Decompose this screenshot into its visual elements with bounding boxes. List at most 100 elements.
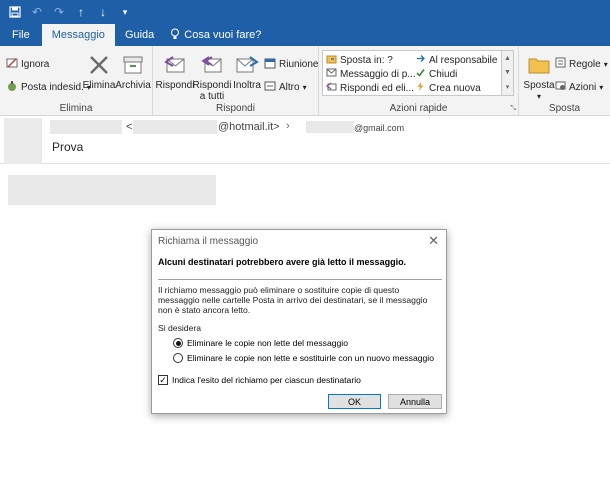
scroll-down-icon[interactable]: ▼	[504, 69, 511, 76]
checkmark-icon	[415, 67, 426, 81]
save-icon[interactable]	[4, 0, 26, 24]
rules-button[interactable]: Regole ▾	[555, 57, 608, 71]
arrow-down-icon[interactable]: ↓	[92, 0, 114, 24]
sender-open-bracket: <	[126, 121, 133, 133]
more-icon	[264, 80, 276, 95]
reply-all-icon	[199, 52, 225, 78]
junk-button[interactable]: Posta indesid. ▾	[6, 80, 91, 95]
option-delete-radio-row[interactable]: Eliminare le copie non lette del messagg…	[173, 338, 348, 348]
reply-delete-icon	[326, 81, 337, 95]
reply-all-label-1: Rispondi	[192, 80, 232, 91]
radio-selected-dot	[175, 340, 181, 346]
scroll-up-icon[interactable]: ▲	[504, 55, 511, 62]
tab-help[interactable]: Guida	[115, 24, 164, 46]
quick-step-move-to[interactable]: Sposta in: ?	[326, 53, 393, 67]
team-email-icon	[326, 67, 337, 81]
folder-arrow-icon	[326, 53, 337, 67]
report-checkbox[interactable]: ✓	[158, 375, 168, 385]
delete-button[interactable]: Elimina	[82, 52, 116, 91]
move-button[interactable]: Sposta ▾	[523, 52, 555, 102]
quick-step-label: Crea nuova	[429, 82, 481, 94]
archive-button[interactable]: Archivia	[115, 52, 151, 91]
radio-replace[interactable]	[173, 353, 183, 363]
chevron-down-icon: ▾	[302, 83, 307, 92]
tell-me-label: Cosa vuoi fare?	[184, 29, 262, 41]
more-respond-button[interactable]: Altro ▾	[264, 80, 307, 95]
arrow-up-icon[interactable]: ↑	[70, 0, 92, 24]
redacted-sender-address	[133, 120, 217, 134]
dialog-warning: Alcuni destinatari potrebbero avere già …	[158, 257, 407, 267]
title-bar: ↶ ↷ ↑ ↓ ▾	[0, 0, 610, 24]
more-label: Altro	[279, 82, 300, 93]
close-icon[interactable]: ✕	[428, 233, 439, 249]
archive-label: Archivia	[115, 80, 151, 91]
quick-step-create-new[interactable]: Crea nuova	[415, 81, 481, 95]
forward-label: Inoltra	[233, 80, 261, 91]
quick-step-label: Al responsabile	[429, 54, 498, 66]
chevron-down-icon: ▾	[536, 92, 541, 101]
ignore-button[interactable]: Ignora	[6, 57, 49, 72]
calendar-icon	[264, 57, 276, 72]
recipient-domain: @gmail.com	[354, 123, 405, 133]
rules-label: Regole	[569, 58, 601, 70]
ok-button[interactable]: OK	[328, 394, 381, 409]
tell-me-box[interactable]: Cosa vuoi fare?	[164, 24, 261, 46]
reply-button[interactable]: Rispondi	[156, 52, 194, 91]
ignore-icon	[6, 57, 18, 72]
quick-step-label: Sposta in: ?	[340, 54, 393, 66]
chevron-down-icon: ▾	[599, 82, 604, 92]
report-checkbox-row[interactable]: ✓ Indica l'esito del richiamo per ciascu…	[158, 375, 361, 385]
dialog-launcher-icon[interactable]: ⤡	[510, 105, 516, 113]
sender-domain: @hotmail.it>	[218, 121, 280, 133]
avatar	[4, 118, 42, 164]
group-label-respond: Rispondi	[216, 103, 255, 114]
reply-all-label-2: a tutti	[199, 91, 225, 102]
expand-gallery-icon[interactable]: ▾	[506, 83, 510, 91]
forward-icon	[234, 52, 260, 78]
redacted-recipient	[306, 121, 354, 133]
cancel-button[interactable]: Annulla	[388, 394, 442, 409]
group-label-move: Sposta	[548, 103, 581, 114]
redo-icon[interactable]: ↷	[48, 0, 70, 24]
junk-label: Posta indesid.	[21, 82, 84, 93]
customize-qat-icon[interactable]: ▾	[114, 0, 136, 24]
actions-icon	[555, 80, 566, 94]
redacted-body-text	[8, 175, 216, 205]
dialog-separator	[158, 279, 442, 280]
reply-all-button[interactable]: Rispondi a tutti	[193, 52, 231, 102]
tab-message[interactable]: Messaggio	[41, 24, 115, 46]
quick-step-team-email[interactable]: Messaggio di p...	[326, 67, 416, 81]
chevron-right-icon: ›	[286, 120, 290, 132]
ribbon: Ignora Posta indesid. ▾ Elimina Archivia…	[0, 46, 610, 116]
group-label-quick-steps: Azioni rapide	[389, 103, 448, 114]
undo-icon[interactable]: ↶	[26, 0, 48, 24]
group-respond: Rispondi Rispondi a tutti Inoltra Riunio…	[153, 46, 319, 116]
folder-icon	[526, 52, 552, 78]
forward-button[interactable]: Inoltra	[232, 52, 262, 91]
dialog-title: Richiama il messaggio	[158, 236, 259, 247]
redacted-sender-name	[50, 120, 122, 134]
junk-icon	[6, 80, 18, 95]
move-label: Sposta	[523, 80, 555, 91]
report-checkbox-label: Indica l'esito del richiamo per ciascun …	[172, 375, 361, 385]
option-replace-label: Eliminare le copie non lette e sostituir…	[187, 353, 434, 363]
reply-icon	[162, 52, 188, 78]
quick-step-reply-delete[interactable]: Rispondi ed eli...	[326, 81, 414, 95]
delete-label: Elimina	[82, 80, 116, 91]
radio-delete[interactable]	[173, 338, 183, 348]
quick-step-done[interactable]: Chiudi	[415, 67, 457, 81]
rules-icon	[555, 57, 566, 71]
recall-dialog: Richiama il messaggio ✕ Alcuni destinata…	[151, 229, 447, 414]
group-move: Sposta ▾ Regole ▾ Azioni ▾ Sposta	[519, 46, 610, 116]
forward-arrow-icon	[415, 53, 426, 67]
group-label-delete: Elimina	[59, 103, 93, 114]
lightning-icon	[415, 81, 426, 95]
meeting-button[interactable]: Riunione	[264, 57, 318, 72]
quick-step-to-manager[interactable]: Al responsabile	[415, 53, 497, 67]
message-subject: Prova	[52, 140, 84, 154]
chevron-down-icon: ▾	[603, 59, 608, 69]
option-replace-radio-row[interactable]: Eliminare le copie non lette e sostituir…	[173, 353, 434, 363]
actions-button[interactable]: Azioni ▾	[555, 80, 603, 94]
quick-steps-scrollbar[interactable]: ▲ ▼ ▾	[502, 50, 514, 96]
tab-file[interactable]: File	[0, 24, 42, 46]
